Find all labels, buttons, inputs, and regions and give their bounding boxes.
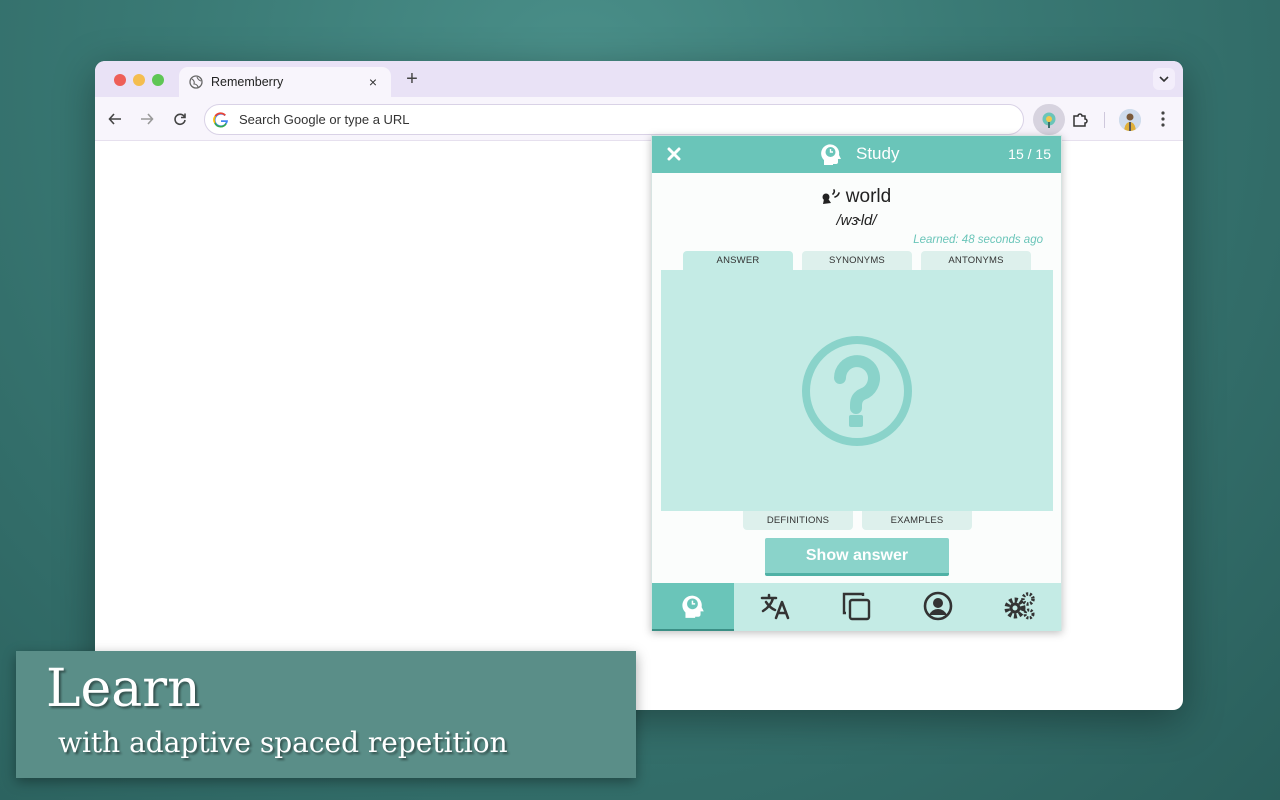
zoom-window-button[interactable] (152, 74, 164, 86)
tab-title: Rememberry (211, 75, 284, 89)
translate-icon (760, 593, 789, 620)
bottom-nav (652, 583, 1061, 631)
card-counter: 15 / 15 (1008, 146, 1051, 162)
settings-icon (1004, 592, 1035, 620)
answer-panel (661, 270, 1053, 511)
study-icon (682, 595, 704, 618)
tab-strip: Rememberry × + (95, 61, 1183, 97)
caption-subtitle: with adaptive spaced repetition (58, 726, 508, 759)
cards-icon (843, 592, 871, 621)
tab-search-button[interactable] (1153, 68, 1175, 90)
puzzle-icon (1073, 113, 1088, 127)
tab-synonyms[interactable]: SYNONYMS (802, 251, 912, 270)
study-popup: Study 15 / 15 world /wɝld/ Learned: 48 s… (651, 135, 1062, 631)
browser-tab[interactable]: Rememberry × (179, 67, 391, 97)
tab-definitions[interactable]: DEFINITIONS (743, 511, 853, 530)
address-bar[interactable]: Search Google or type a URL (204, 104, 1024, 135)
word-row: world (652, 186, 1061, 208)
close-window-button[interactable] (114, 74, 126, 86)
back-arrow-icon (108, 113, 121, 125)
tab-examples[interactable]: EXAMPLES (862, 511, 972, 530)
browser-menu-button[interactable] (1153, 108, 1173, 130)
rememberry-extension-button[interactable] (1033, 104, 1065, 135)
forward-button[interactable] (136, 108, 158, 130)
tab-close-icon[interactable]: × (365, 74, 381, 90)
popup-header: Study 15 / 15 (652, 136, 1061, 173)
close-icon (667, 147, 681, 161)
popup-close-button[interactable] (664, 144, 684, 164)
globe-icon (189, 75, 203, 89)
chevron-down-icon (1159, 76, 1169, 82)
nav-settings[interactable] (979, 583, 1061, 631)
forward-arrow-icon (141, 113, 154, 125)
nav-translate[interactable] (734, 583, 816, 631)
popup-title: Study (856, 144, 900, 163)
study-word: world (845, 186, 892, 207)
tab-antonyms[interactable]: ANTONYMS (921, 251, 1031, 270)
show-answer-button[interactable]: Show answer (765, 538, 949, 576)
back-button[interactable] (104, 108, 126, 130)
profile-icon (923, 591, 953, 621)
google-g-icon (213, 111, 229, 128)
phonetic-text: /wɝld/ (836, 212, 877, 229)
tab-answer[interactable]: ANSWER (683, 251, 793, 270)
avatar-icon (1119, 109, 1141, 131)
rememberry-logo-icon (1042, 112, 1056, 128)
profile-avatar[interactable] (1119, 109, 1141, 131)
question-mark-icon (802, 336, 912, 446)
learned-timestamp: Learned: 48 seconds ago (913, 234, 1043, 246)
nav-study[interactable] (652, 583, 734, 631)
address-placeholder: Search Google or type a URL (239, 112, 410, 127)
new-tab-button[interactable]: + (401, 68, 423, 91)
caption-banner: Learn with adaptive spaced repetition (16, 651, 636, 778)
toolbar-divider (1104, 112, 1105, 128)
more-vert-icon (1161, 111, 1165, 127)
study-head-icon (821, 144, 841, 165)
extensions-button[interactable] (1068, 108, 1092, 132)
nav-profile[interactable] (897, 583, 979, 631)
caption-title: Learn (46, 659, 201, 719)
speaker-icon[interactable] (822, 188, 840, 206)
nav-cards[interactable] (816, 583, 898, 631)
reload-icon (174, 113, 186, 126)
popup-title-group: Study (818, 141, 899, 167)
minimize-window-button[interactable] (133, 74, 145, 86)
reload-button[interactable] (169, 108, 191, 130)
